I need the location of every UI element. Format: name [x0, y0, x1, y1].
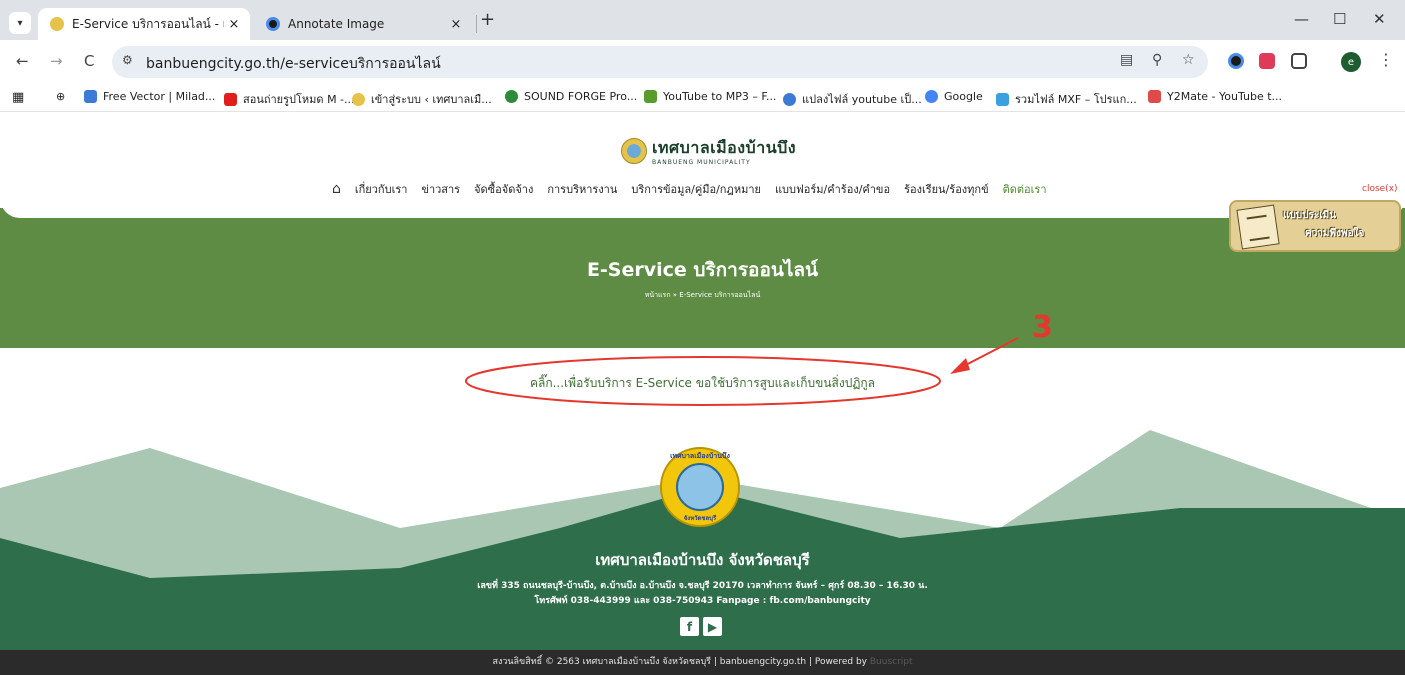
clipboard-icon: [1236, 204, 1280, 250]
site-logo[interactable]: เทศบาลเมืองบ้านบึง BANBUENG MUNICIPALITY: [621, 136, 796, 166]
home-icon[interactable]: ⌂: [332, 181, 341, 197]
nav-item-contact[interactable]: ติดต่อเรา: [1003, 180, 1047, 198]
address-bar[interactable]: ⚙ banbuengcity.go.th/e-serviceบริการออนไ…: [112, 46, 1208, 78]
bookmark-item[interactable]: YouTube to MP3 – F...: [644, 90, 776, 103]
footer-phone: โทรศัพท์ 038-443999 และ 038-750943 Fanpa…: [534, 596, 871, 606]
zoom-icon[interactable]: ⚲: [1152, 52, 1162, 68]
bookmark-item[interactable]: Free Vector | Milad...: [84, 90, 215, 103]
nav-item-complaints[interactable]: ร้องเรียน/ร้องทุกข์: [904, 180, 989, 198]
footer-seal: เทศบาลเมืองบ้านบึง จังหวัดชลบุรี: [660, 447, 740, 527]
forward-button[interactable]: →: [50, 52, 63, 70]
footer-address: เลขที่ 335 ถนนชลบุรี-บ้านบึง, ต.บ้านบึง …: [477, 581, 928, 591]
close-survey-link[interactable]: close(x): [1362, 184, 1398, 194]
annotate-favicon-icon: [266, 17, 280, 31]
hero-top-curve: [0, 198, 1405, 218]
bookmark-favicon-icon: [224, 92, 237, 106]
nav-item-forms[interactable]: แบบฟอร์ม/คำร้อง/คำขอ: [775, 180, 890, 198]
bookmark-favicon-icon: [644, 90, 657, 103]
bookmark-favicon-icon: [1148, 90, 1161, 103]
tab-close-icon[interactable]: ×: [224, 17, 244, 32]
reload-button[interactable]: C: [84, 52, 94, 70]
municipality-seal-icon: [621, 138, 647, 164]
web-page: เทศบาลเมืองบ้านบึง BANBUENG MUNICIPALITY…: [0, 112, 1405, 675]
facebook-icon[interactable]: f: [680, 617, 699, 636]
profile-avatar[interactable]: e: [1341, 52, 1361, 72]
google-icon: [925, 90, 938, 103]
tab-annotate-image[interactable]: Annotate Image ×: [254, 8, 472, 40]
bookmark-favicon-icon: [783, 92, 796, 106]
footer-municipality-name: เทศบาลเมืองบ้านบึง จังหวัดชลบุรี: [595, 551, 810, 569]
breadcrumb[interactable]: หน้าแรก » E-Service บริการออนไลน์: [0, 290, 1405, 301]
page-title: E-Service บริการออนไลน์: [586, 259, 819, 281]
bookmark-favicon-icon: [505, 90, 518, 103]
seal-top-text: เทศบาลเมืองบ้านบึง: [670, 452, 730, 460]
extensions-puzzle-icon[interactable]: [1291, 53, 1307, 69]
eservice-request-link[interactable]: คลิ๊ก...เพื่อรับบริการ E-Service ขอใช้บร…: [0, 374, 1405, 393]
annotation-number: 3: [1032, 310, 1053, 345]
tab-search-chevron-icon[interactable]: ▾: [9, 12, 31, 34]
bookmark-favicon-icon: [996, 92, 1009, 106]
nav-item-administration[interactable]: การบริหารงาน: [547, 180, 617, 198]
bookmark-star-icon[interactable]: ☆: [1182, 52, 1195, 68]
copyright-bar: สงวนลิขสิทธิ์ © 2563 เทศบาลเมืองบ้านบึง …: [0, 650, 1405, 675]
bookmark-item[interactable]: เข้าสู่ระบบ ‹ เทศบาลเมื...: [352, 90, 492, 108]
back-button[interactable]: ←: [16, 52, 29, 70]
bookmark-item[interactable]: Y2Mate - YouTube t...: [1148, 90, 1282, 103]
tab-title: Annotate Image: [288, 17, 385, 31]
new-tab-button[interactable]: +: [480, 9, 495, 30]
maximize-button[interactable]: ☐: [1333, 10, 1346, 28]
extension-annotate-icon[interactable]: [1228, 53, 1244, 69]
bookmark-item[interactable]: รวมไฟล์ MXF – โปรแก...: [996, 90, 1137, 108]
url-text[interactable]: banbuengcity.go.th/e-serviceบริการออนไลน…: [146, 53, 441, 75]
nav-item-procurement[interactable]: จัดซื้อจัดจ้าง: [474, 180, 533, 198]
nav-item-news[interactable]: ข่าวสาร: [421, 180, 460, 198]
bookmark-item[interactable]: SOUND FORGE Pro...: [505, 90, 637, 103]
translate-icon[interactable]: ▤: [1120, 52, 1133, 68]
main-nav: ⌂ เกี่ยวกับเรา ข่าวสาร จัดซื้อจัดจ้าง กา…: [332, 180, 1061, 198]
browser-toolbar: ← → C ⚙ banbuengcity.go.th/e-serviceบริก…: [0, 40, 1405, 84]
survey-label-line2: ความพึงพอใจ: [1305, 228, 1365, 239]
bookmark-favicon-icon: [84, 90, 97, 103]
seal-bottom-text: จังหวัดชลบุรี: [683, 515, 717, 522]
extension-video-icon[interactable]: [1259, 53, 1275, 69]
logo-subtitle: BANBUENG MUNICIPALITY: [652, 159, 751, 166]
powered-by-brand[interactable]: Buuscript: [870, 657, 913, 667]
bookmark-item[interactable]: Google: [925, 90, 983, 103]
nav-item-info-services[interactable]: บริการข้อมูล/คู่มือ/กฎหมาย: [631, 180, 761, 198]
annotation-arrowhead: [950, 358, 970, 374]
site-favicon-icon: [50, 17, 64, 31]
apps-grid-icon[interactable]: ▦: [12, 90, 24, 105]
copyright-text: สงวนลิขสิทธิ์ © 2563 เทศบาลเมืองบ้านบึง …: [492, 657, 870, 667]
minimize-button[interactable]: —: [1294, 10, 1309, 28]
bookmark-item[interactable]: สอนถ่ายรูปโหมด M -...: [224, 90, 355, 108]
logo-title: เทศบาลเมืองบ้านบึง: [652, 138, 797, 157]
satisfaction-survey-button[interactable]: แบบประเมิน ความพึงพอใจ: [1229, 200, 1401, 252]
site-info-icon[interactable]: ⚙: [122, 53, 133, 67]
tab-strip: ▾ E-Service บริการออนไลน์ - เทศบาเ × Ann…: [0, 0, 1405, 40]
youtube-icon[interactable]: ▶: [703, 617, 722, 636]
browser-menu-icon[interactable]: ⋮: [1378, 50, 1394, 69]
bookmark-item[interactable]: แปลงไฟล์ youtube เป็...: [783, 90, 922, 108]
seal-emblem-icon: [676, 463, 724, 511]
close-window-button[interactable]: ✕: [1373, 10, 1386, 28]
tab-separator: [476, 15, 477, 33]
bookmark-favicon-icon: [352, 92, 365, 106]
nav-item-about[interactable]: เกี่ยวกับเรา: [355, 180, 408, 198]
bookmarks-bar: ▦ ⊕ Free Vector | Milad... สอนถ่ายรูปโหม…: [0, 84, 1405, 112]
bookmark-globe-icon[interactable]: ⊕: [56, 90, 65, 103]
survey-label-line1: แบบประเมิน: [1283, 210, 1337, 221]
tab-close-icon[interactable]: ×: [446, 17, 466, 32]
tab-title: E-Service บริการออนไลน์ - เทศบาเ: [72, 16, 224, 31]
footer-social: f ▶: [680, 617, 726, 636]
tab-eservice[interactable]: E-Service บริการออนไลน์ - เทศบาเ ×: [38, 8, 250, 40]
